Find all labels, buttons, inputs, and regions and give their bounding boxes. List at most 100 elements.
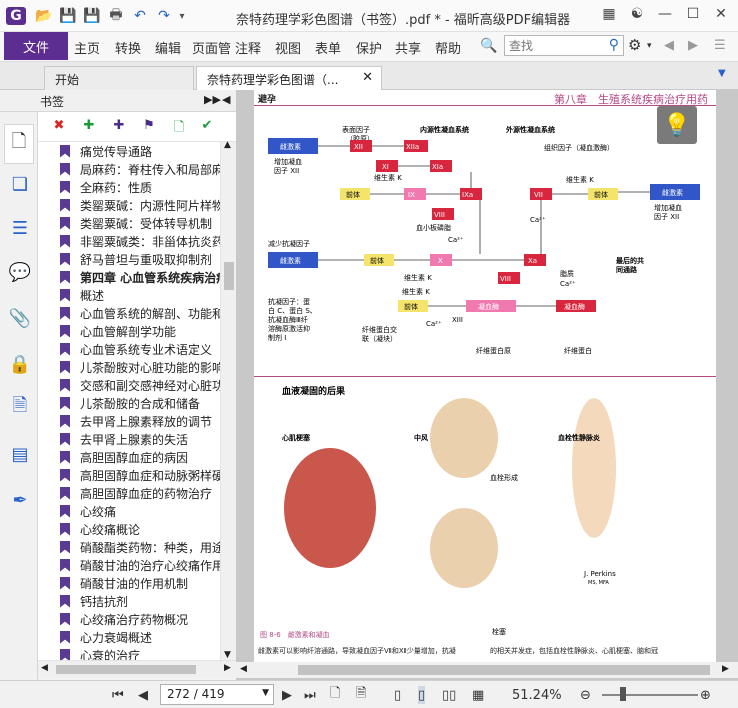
- customize-chevron-down-icon[interactable]: ▾: [176, 7, 188, 25]
- settings-chevron-down-icon[interactable]: ▾: [647, 41, 652, 51]
- continuous-facing-icon[interactable]: ▦: [472, 686, 484, 704]
- facing-pages-icon[interactable]: ▯▯: [442, 686, 456, 704]
- bookmark-hscroll-thumb[interactable]: [56, 665, 196, 674]
- bookmark-item[interactable]: 第四章 心血管系统疾病治疗: [38, 268, 220, 286]
- page-search-icon[interactable]: 🗎: [8, 395, 32, 420]
- bookmark-item[interactable]: 全麻药：性质: [38, 178, 152, 196]
- open-folder-icon[interactable]: 📂: [34, 7, 54, 25]
- forward-arrow-icon[interactable]: ▶: [688, 38, 698, 53]
- bookmark-item[interactable]: 舒马普坦与重吸取抑制剂: [38, 250, 212, 268]
- pin-icon[interactable]: ☯: [626, 6, 648, 26]
- restore-layout-icon[interactable]: ▦: [598, 6, 620, 26]
- bookmark-scroll-thumb[interactable]: [224, 262, 234, 290]
- bookmark-item[interactable]: 硝酸酯类药物：种类，用途: [38, 538, 220, 556]
- bookmark-item[interactable]: 非罂粟碱类：非甾体抗炎药: [38, 232, 220, 250]
- bookmark-item[interactable]: 痛觉传导通路: [38, 142, 152, 160]
- menu-home[interactable]: 主页: [74, 38, 100, 57]
- zoom-value[interactable]: 51.24%: [512, 686, 562, 704]
- zoom-in-icon[interactable]: ⊕: [700, 686, 711, 704]
- document-view[interactable]: 第八章 生殖系统疾病治疗用药 避孕 表面因子 （胶原） 内源性凝血系统 外源性凝…: [236, 90, 738, 680]
- undo-icon[interactable]: ↶: [130, 7, 150, 25]
- single-page-icon[interactable]: ▯: [394, 686, 401, 704]
- attachment-paperclip-icon[interactable]: 📎: [8, 306, 32, 330]
- form-fields-icon[interactable]: ▤: [8, 442, 32, 466]
- menu-view[interactable]: 视图: [275, 38, 301, 57]
- bookmark-item[interactable]: 心绞痛: [38, 502, 116, 520]
- close-tab-icon[interactable]: ✕: [362, 70, 373, 85]
- bookmark-item[interactable]: 钙拮抗剂: [38, 592, 128, 610]
- menu-protect[interactable]: 保护: [356, 38, 382, 57]
- search-icon[interactable]: ⚲: [609, 37, 619, 53]
- bookmark-item[interactable]: 概述: [38, 286, 104, 304]
- zoom-out-icon[interactable]: ⊖: [580, 686, 591, 704]
- bookmark-properties-icon[interactable]: ✔: [198, 118, 216, 136]
- menu-form[interactable]: 表单: [315, 38, 341, 57]
- bookmark-item[interactable]: 心衰的治疗: [38, 646, 140, 660]
- previous-page-icon[interactable]: ◀: [138, 686, 148, 704]
- ribbon-menu-icon[interactable]: ☰: [714, 38, 726, 53]
- scroll-left-icon[interactable]: ◀: [41, 663, 48, 673]
- bookmark-item[interactable]: 心血管解剖学功能: [38, 322, 176, 340]
- security-lock-icon[interactable]: 🔒: [8, 352, 32, 376]
- next-page-icon[interactable]: ▶: [282, 686, 292, 704]
- bookmark-item[interactable]: 硝酸甘油的作用机制: [38, 574, 188, 592]
- menu-share[interactable]: 共享: [395, 38, 421, 57]
- doc-scroll-right-icon[interactable]: ▶: [722, 664, 729, 674]
- menu-page-manage[interactable]: 页面管: [192, 38, 231, 57]
- bookmark-item[interactable]: 去甲肾上腺素的失活: [38, 430, 188, 448]
- bookmark-item[interactable]: 类罂粟碱：受体转导机制: [38, 214, 212, 232]
- file-menu-button[interactable]: 文件: [4, 32, 68, 60]
- back-arrow-icon[interactable]: ◀: [664, 38, 674, 53]
- close-icon[interactable]: ✕: [710, 6, 732, 26]
- bookmark-horizontal-scrollbar[interactable]: ◀ ▶: [38, 660, 236, 678]
- signature-tool-icon[interactable]: ✒: [8, 488, 32, 512]
- page-number-field[interactable]: 272 / 419 ▼: [160, 684, 274, 705]
- bookmark-flag-icon[interactable]: ⚑: [140, 118, 158, 136]
- zoom-slider[interactable]: [602, 694, 698, 696]
- menu-edit[interactable]: 编辑: [155, 38, 181, 57]
- bookmark-item[interactable]: 类罂粟碱：内源性阿片样物质: [38, 196, 220, 214]
- add-bookmark-icon[interactable]: ✚: [80, 118, 98, 136]
- document-horizontal-scrollbar[interactable]: ◀ ▶: [236, 662, 738, 678]
- continuous-page-icon[interactable]: ▯: [418, 686, 426, 704]
- minimize-icon[interactable]: —: [654, 6, 676, 26]
- bookmark-vertical-scrollbar[interactable]: ▲ ▼: [220, 140, 236, 660]
- add-child-bookmark-icon[interactable]: ✚: [110, 118, 128, 136]
- search-folder-icon[interactable]: 🔍: [480, 38, 497, 54]
- bookmark-item[interactable]: 高胆固醇血症的药物治疗: [38, 484, 212, 502]
- save-as-icon[interactable]: 💾: [82, 7, 102, 25]
- bookmark-item[interactable]: 高胆固醇血症和动脉粥样硬化: [38, 466, 220, 484]
- tab-document[interactable]: 奈特药理学彩色图谱（... ✕: [196, 66, 382, 90]
- tab-list-chevron-down-icon[interactable]: ▼: [718, 68, 726, 79]
- bookmark-item[interactable]: 心绞痛治疗药物概况: [38, 610, 188, 628]
- tab-start[interactable]: 开始: [44, 66, 194, 90]
- settings-gear-icon[interactable]: ⚙: [628, 36, 641, 54]
- doc-hscroll-thumb[interactable]: [298, 665, 710, 675]
- comments-icon[interactable]: 💬: [8, 260, 32, 284]
- bookmark-item[interactable]: 心血管系统的解剖、功能和调节: [38, 304, 220, 322]
- layers-copy-icon[interactable]: ❏: [8, 172, 32, 196]
- redo-icon[interactable]: ↷: [154, 7, 174, 25]
- lightbulb-tips-icon[interactable]: 💡: [657, 106, 697, 144]
- scroll-right-icon[interactable]: ▶: [224, 663, 231, 673]
- first-page-icon[interactable]: ⏮: [112, 686, 124, 704]
- delete-bookmark-icon[interactable]: ✖: [50, 118, 68, 136]
- bookmark-item[interactable]: 局麻药：脊柱传入和局部麻醉: [38, 160, 220, 178]
- sidebar-collapse-icon[interactable]: ▶▶: [204, 93, 221, 106]
- bookmark-item[interactable]: 心力衰竭概述: [38, 628, 152, 646]
- maximize-icon[interactable]: ☐: [682, 6, 704, 26]
- menu-convert[interactable]: 转换: [115, 38, 141, 57]
- scroll-down-icon[interactable]: ▼: [224, 650, 231, 660]
- app-logo-icon[interactable]: G: [6, 7, 26, 25]
- bookmark-item[interactable]: 高胆固醇血症的病因: [38, 448, 188, 466]
- bookmark-item[interactable]: 硝酸甘油的治疗心绞痛作用: [38, 556, 220, 574]
- bookmark-item[interactable]: 儿茶酚胺的合成和储备: [38, 394, 200, 412]
- bookmark-item[interactable]: 心血管系统专业术语定义: [38, 340, 212, 358]
- bookmark-item[interactable]: 儿茶酚胺对心脏功能的影响: [38, 358, 220, 376]
- doc-scroll-left-icon[interactable]: ◀: [240, 664, 247, 674]
- sidebar-expand-icon[interactable]: ◀: [222, 93, 230, 106]
- layers-icon[interactable]: ☰: [8, 216, 32, 240]
- menu-help[interactable]: 帮助: [435, 38, 461, 57]
- print-icon[interactable]: 🖶: [106, 7, 126, 25]
- page-view-icon[interactable]: 🗎: [356, 686, 366, 704]
